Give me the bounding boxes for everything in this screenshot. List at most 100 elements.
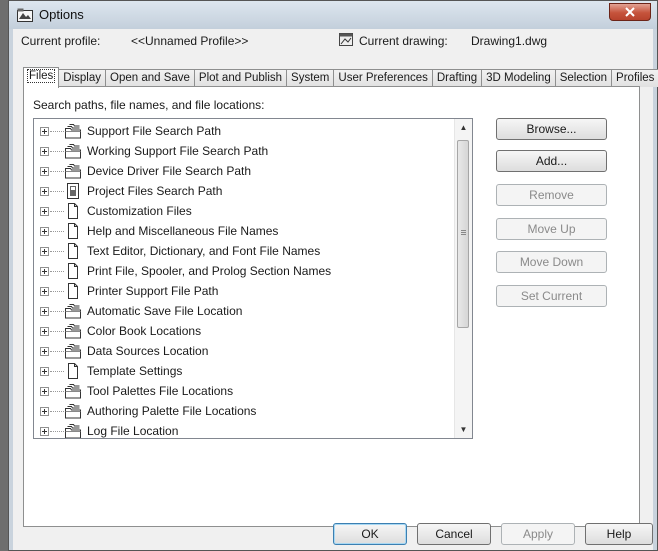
expand-plus-icon[interactable]	[40, 207, 49, 216]
document-icon	[64, 203, 82, 219]
ok-button[interactable]: OK	[333, 523, 407, 545]
tree-item[interactable]: Printer Support File Path	[34, 281, 464, 301]
tree-connector-line	[50, 131, 64, 132]
expand-plus-icon[interactable]	[40, 387, 49, 396]
move-up-button[interactable]: Move Up	[496, 218, 607, 240]
add-button[interactable]: Add...	[496, 150, 607, 172]
expand-plus-icon[interactable]	[40, 127, 49, 136]
expand-plus-icon[interactable]	[40, 147, 49, 156]
tab-open-and-save[interactable]: Open and Save	[105, 69, 195, 87]
tree-connector-line	[50, 251, 64, 252]
grip-icon	[461, 230, 466, 231]
tree-item-label: Support File Search Path	[87, 124, 222, 138]
document-icon	[64, 243, 82, 259]
tree-item[interactable]: Automatic Save File Location	[34, 301, 464, 321]
tab-strip: Files Display Open and Save Plot and Pub…	[23, 67, 658, 88]
folder-stack-icon	[64, 403, 82, 419]
move-down-button[interactable]: Move Down	[496, 251, 607, 273]
folder-stack-icon	[64, 323, 82, 339]
close-button[interactable]	[609, 3, 651, 21]
tree-connector-line	[50, 351, 64, 352]
tree-vertical-scrollbar[interactable]: ▲ ▼	[454, 119, 472, 438]
tab-display[interactable]: Display	[58, 69, 106, 87]
expand-plus-icon[interactable]	[40, 347, 49, 356]
scrollbar-thumb[interactable]	[457, 140, 469, 328]
current-profile-value: <<Unnamed Profile>>	[131, 34, 249, 48]
current-drawing-value: Drawing1.dwg	[471, 34, 548, 48]
set-current-button[interactable]: Set Current	[496, 285, 607, 307]
expand-plus-icon[interactable]	[40, 247, 49, 256]
help-button[interactable]: Help	[585, 523, 653, 545]
tree-item-label: Tool Palettes File Locations	[87, 384, 234, 398]
expand-plus-icon[interactable]	[40, 327, 49, 336]
tree-item-label: Log File Location	[87, 424, 179, 438]
cancel-button[interactable]: Cancel	[417, 523, 491, 545]
tree-item[interactable]: Project Files Search Path	[34, 181, 464, 201]
expand-plus-icon[interactable]	[40, 227, 49, 236]
drawing-icon	[339, 33, 353, 46]
tree-item-label: Data Sources Location	[87, 344, 209, 358]
browse-button[interactable]: Browse...	[496, 118, 607, 140]
tab-user-preferences[interactable]: User Preferences	[333, 69, 433, 87]
tree-item-label: Print File, Spooler, and Prolog Section …	[87, 264, 332, 278]
tree-connector-line	[50, 391, 64, 392]
tab-3d-modeling[interactable]: 3D Modeling	[481, 69, 556, 87]
document-icon	[64, 223, 82, 239]
dialog-client-area: Current profile: <<Unnamed Profile>> Cur…	[13, 29, 658, 550]
expand-plus-icon[interactable]	[40, 287, 49, 296]
expand-plus-icon[interactable]	[40, 307, 49, 316]
tab-profiles[interactable]: Profiles	[611, 69, 658, 87]
tree-item[interactable]: Log File Location	[34, 421, 464, 438]
tab-files[interactable]: Files	[23, 67, 60, 88]
tree-connector-line	[50, 411, 64, 412]
folder-stack-icon	[64, 163, 82, 179]
scroll-up-arrow-icon[interactable]: ▲	[455, 119, 472, 136]
tree-connector-line	[50, 291, 64, 292]
tree-connector-line	[50, 431, 64, 432]
scroll-down-arrow-icon[interactable]: ▼	[455, 421, 472, 438]
folder-stack-icon	[64, 303, 82, 319]
tree-item[interactable]: Template Settings	[34, 361, 464, 381]
expand-plus-icon[interactable]	[40, 367, 49, 376]
search-paths-label: Search paths, file names, and file locat…	[33, 98, 265, 112]
remove-button[interactable]: Remove	[496, 184, 607, 206]
title-bar[interactable]: Options	[9, 1, 657, 29]
tab-plot-and-publish[interactable]: Plot and Publish	[193, 69, 288, 87]
tree-item[interactable]: Support File Search Path	[34, 121, 464, 141]
tree-item[interactable]: Text Editor, Dictionary, and Font File N…	[34, 241, 464, 261]
tree-item[interactable]: Print File, Spooler, and Prolog Section …	[34, 261, 464, 281]
profile-info-row: Current profile: <<Unnamed Profile>> Cur…	[13, 29, 653, 51]
tree-item-label: Template Settings	[87, 364, 183, 378]
tab-drafting[interactable]: Drafting	[431, 69, 483, 87]
tree-item-label: Text Editor, Dictionary, and Font File N…	[87, 244, 321, 258]
tree-connector-line	[50, 311, 64, 312]
tree-item[interactable]: Working Support File Search Path	[34, 141, 464, 161]
tree-connector-line	[50, 271, 64, 272]
tree-item-label: Color Book Locations	[87, 324, 202, 338]
tree-item[interactable]: Data Sources Location	[34, 341, 464, 361]
folder-stack-icon	[64, 343, 82, 359]
search-paths-tree[interactable]: Support File Search Path Working Support …	[33, 118, 473, 439]
expand-plus-icon[interactable]	[40, 167, 49, 176]
tree-item[interactable]: Tool Palettes File Locations	[34, 381, 464, 401]
tree-connector-line	[50, 331, 64, 332]
tree-item[interactable]: Color Book Locations	[34, 321, 464, 341]
apply-button[interactable]: Apply	[501, 523, 575, 545]
document-icon	[64, 283, 82, 299]
tree-item[interactable]: Device Driver File Search Path	[34, 161, 464, 181]
expand-plus-icon[interactable]	[40, 187, 49, 196]
expand-plus-icon[interactable]	[40, 267, 49, 276]
tab-system[interactable]: System	[286, 69, 335, 87]
tree-connector-line	[50, 371, 64, 372]
tree-item[interactable]: Help and Miscellaneous File Names	[34, 221, 464, 241]
tree-connector-line	[50, 191, 64, 192]
tree-item-label: Printer Support File Path	[87, 284, 219, 298]
tree-item-label: Help and Miscellaneous File Names	[87, 224, 279, 238]
tree-item[interactable]: Authoring Palette File Locations	[34, 401, 464, 421]
options-app-icon	[17, 8, 33, 22]
tab-label: Files	[26, 69, 56, 83]
expand-plus-icon[interactable]	[40, 427, 49, 436]
tree-item[interactable]: Customization Files	[34, 201, 464, 221]
expand-plus-icon[interactable]	[40, 407, 49, 416]
tab-selection[interactable]: Selection	[554, 69, 613, 87]
